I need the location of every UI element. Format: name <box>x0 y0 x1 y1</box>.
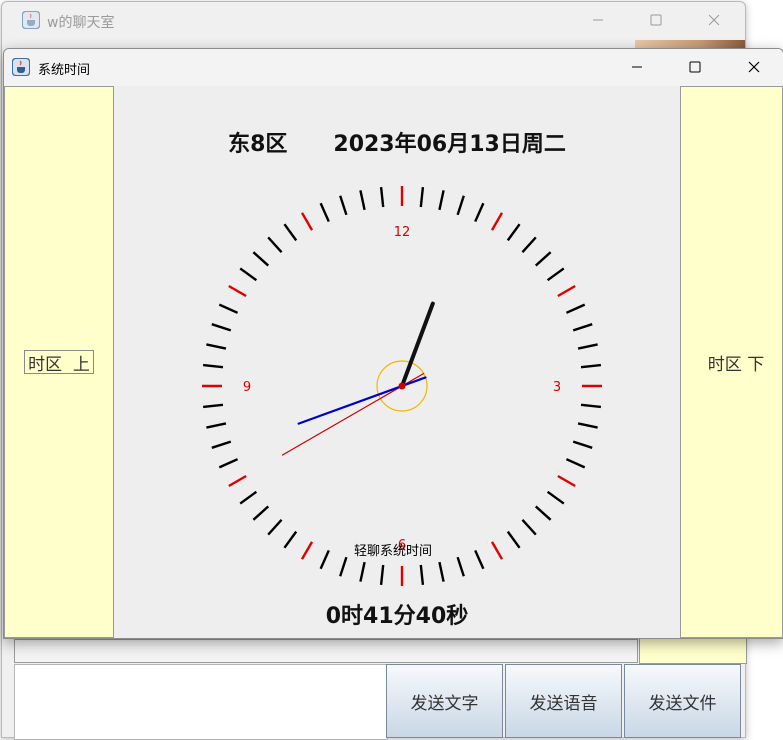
minute-tick <box>419 186 425 208</box>
minute-tick <box>211 323 232 332</box>
hour-hand <box>400 301 435 388</box>
minute-hand <box>297 376 427 425</box>
minute-tick <box>252 251 270 267</box>
minute-tick <box>580 403 602 409</box>
minute-tick <box>218 303 239 314</box>
right-timezone-panel: 时区 下 <box>680 86 783 638</box>
hour-tick <box>557 284 576 298</box>
timezone-up-button[interactable]: 时区 上 <box>24 350 94 375</box>
side-yellow-panel <box>639 637 747 664</box>
minute-tick <box>577 343 598 350</box>
minute-tick <box>319 202 330 223</box>
minute-tick <box>438 190 445 211</box>
minute-tick <box>379 186 385 208</box>
minute-tick <box>506 223 521 242</box>
send-file-button[interactable]: 发送文件 <box>624 664 741 738</box>
minute-tick <box>267 518 283 536</box>
minute-tick <box>211 440 232 449</box>
hour-tick <box>490 212 504 231</box>
minimize-icon[interactable] <box>614 51 660 83</box>
minute-tick <box>521 518 537 536</box>
minute-tick <box>239 490 258 505</box>
hour-tick <box>228 284 247 298</box>
minute-tick <box>206 343 227 350</box>
minimize-icon[interactable] <box>575 4 621 36</box>
center-pin <box>398 382 406 390</box>
message-strip <box>14 639 638 663</box>
close-icon[interactable] <box>731 51 777 83</box>
minute-tick <box>580 363 602 369</box>
minute-tick <box>379 564 385 586</box>
hour-tick <box>300 212 314 231</box>
minute-tick <box>283 223 298 242</box>
minute-tick <box>239 267 258 282</box>
minute-tick <box>572 440 593 449</box>
clock-caption: 轻聊系统时间 <box>353 544 432 559</box>
minute-tick <box>565 458 586 469</box>
java-app-icon <box>12 58 30 76</box>
close-icon[interactable] <box>691 4 737 36</box>
clock-face-panel: 东8区 2023年06月13日周二 12 3 6 9 轻聊系统时间 0时41分40秒 <box>114 86 680 638</box>
digital-time-label: 0时41分40秒 <box>325 604 469 629</box>
hour-tick <box>557 474 576 488</box>
minute-tick <box>438 561 445 582</box>
minute-tick <box>521 236 537 254</box>
minute-tick <box>534 251 552 267</box>
dial-number-9: 9 <box>243 380 251 395</box>
hour-tick <box>228 474 247 488</box>
background-title-bar: w的聊天室 <box>2 2 745 38</box>
minute-tick <box>359 190 366 211</box>
system-time-window: 系统时间 时区 上 东8区 2023年06月13日周二 12 3 6 9 轻聊系统时间… <box>3 48 783 639</box>
minute-tick <box>456 556 465 577</box>
dial-number-3: 3 <box>553 380 561 395</box>
minute-tick <box>339 556 348 577</box>
minute-tick <box>474 202 485 223</box>
minute-tick <box>419 564 425 586</box>
send-voice-button[interactable]: 发送语音 <box>505 664 622 738</box>
java-app-icon <box>22 11 40 29</box>
minute-tick <box>359 561 366 582</box>
minute-tick <box>202 363 224 369</box>
maximize-icon[interactable] <box>672 51 718 83</box>
message-input[interactable] <box>14 664 388 740</box>
send-text-button[interactable]: 发送文字 <box>386 664 503 738</box>
clock-window-title-bar: 系统时间 <box>4 49 783 86</box>
minute-tick <box>206 422 227 429</box>
minute-tick <box>218 458 239 469</box>
minute-tick <box>534 505 552 521</box>
minute-tick <box>565 303 586 314</box>
left-timezone-panel: 时区 上 <box>4 86 114 638</box>
minute-tick <box>546 490 565 505</box>
minute-tick <box>456 195 465 216</box>
background-window-title: w的聊天室 <box>47 15 115 31</box>
minute-tick <box>252 505 270 521</box>
minute-tick <box>202 403 224 409</box>
dial-number-12: 12 <box>394 225 411 240</box>
clock-window-title: 系统时间 <box>38 63 91 78</box>
minute-tick <box>572 323 593 332</box>
minute-tick <box>339 195 348 216</box>
minute-tick <box>267 236 283 254</box>
minute-tick <box>546 267 565 282</box>
minute-tick <box>577 422 598 429</box>
timezone-down-button[interactable]: 时区 下 <box>701 350 771 375</box>
maximize-icon[interactable] <box>633 4 679 36</box>
